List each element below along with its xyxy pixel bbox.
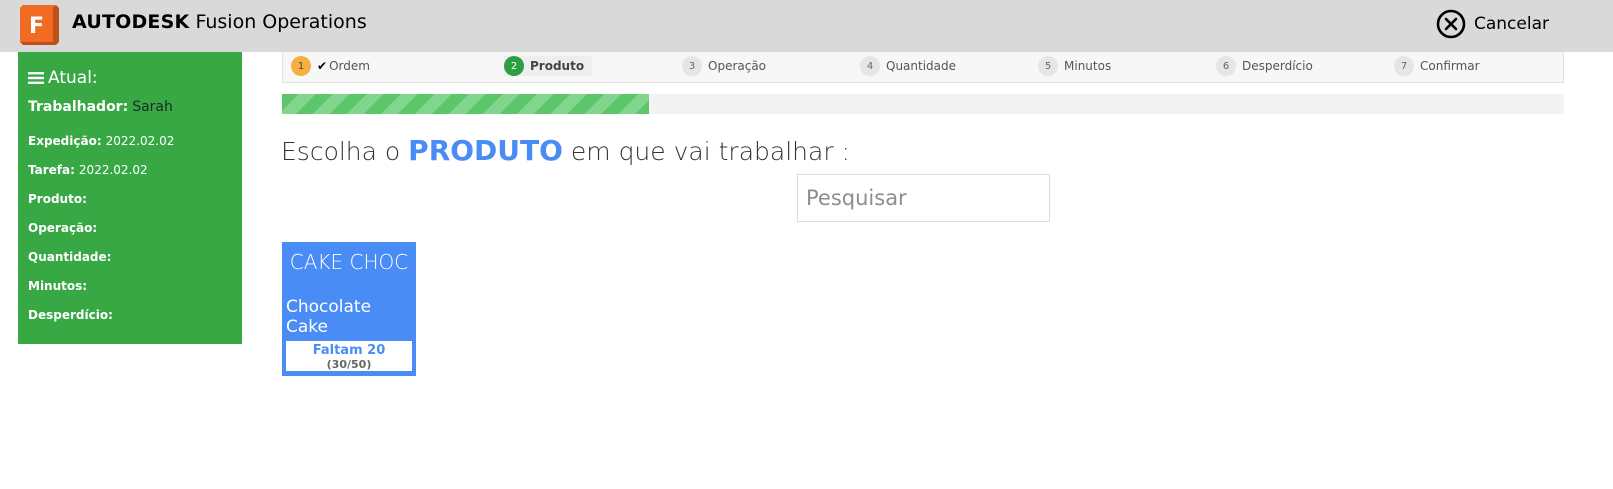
step-label: Quantidade [886,59,957,73]
step-number: 7 [1394,56,1414,76]
step-number: 4 [860,56,880,76]
quantity-label: Quantidade: [28,250,112,264]
shipment-label: Expedição: [28,134,102,148]
shipment-row: Expedição: 2022.02.02 [28,134,174,148]
worker-value: Sarah [132,99,173,115]
step-confirm[interactable]: 7 Confirmar [1394,56,1488,76]
current-info-panel: Atual: Trabalhador: Sarah Expedição: 2022.… [18,52,242,344]
task-row: Tarefa: 2022.02.02 [28,163,148,177]
remaining-count: Faltam 20 [312,343,386,358]
step-number: 3 [682,56,702,76]
panel-title: Atual: [28,68,98,88]
step-waste[interactable]: 6 Desperdício [1216,56,1321,76]
search-input[interactable] [797,174,1050,222]
shipment-value: 2022.02.02 [105,134,175,148]
product-code: CAKE CHOC [289,250,409,274]
heading-prefix: Escolha o [281,137,409,166]
close-circle-icon [1436,9,1466,39]
step-operation[interactable]: 3 Operação [682,56,774,76]
step-number: 6 [1216,56,1236,76]
product-name: Chocolate Cake [286,297,372,337]
menu-icon [28,72,44,84]
waste-row: Desperdício: [28,308,117,322]
product-card[interactable]: CAKE CHOC Chocolate Cake Faltam 20 (30/5… [282,242,416,376]
step-label: Minutos [1064,59,1112,73]
product-row: Produto: [28,192,91,206]
step-label: Produto [530,59,585,73]
brand-product: Fusion Operations [189,11,367,33]
cancel-label: Cancelar [1474,14,1549,34]
step-number: 2 [504,56,524,76]
step-label: Confirmar [1420,59,1480,73]
product-remaining-box: Faltam 20 (30/50) [286,341,412,371]
task-label: Tarefa: [28,163,75,177]
step-label: Desperdício [1242,59,1313,73]
step-label: Ordem [329,59,370,73]
step-label: Operação [708,59,767,73]
minutes-row: Minutos: [28,279,91,293]
progress-fill [282,94,649,114]
heading-highlight: PRODUTO [408,134,563,167]
step-quantity[interactable]: 4 Quantidade [860,56,964,76]
step-number: 1 [291,56,311,76]
task-value: 2022.02.02 [78,163,148,177]
page-heading: Escolha o PRODUTO em que vai trabalhar : [281,134,850,167]
panel-title-label: Atual: [48,68,98,88]
app-title: AUTODESK Fusion Operations [72,11,367,33]
cancel-button[interactable]: Cancelar [1436,9,1549,39]
top-bar: F AUTODESK Fusion Operations Cancelar [0,0,1613,52]
wizard-progress-bar [282,94,1564,114]
product-label: Produto: [28,192,87,206]
operation-label: Operação: [28,221,98,235]
heading-suffix: em que vai trabalhar : [562,137,850,166]
step-number: 5 [1038,56,1058,76]
fusion-logo-icon: F [20,5,59,45]
worker-row: Trabalhador: Sarah [28,99,173,115]
step-product[interactable]: 2 Produto [504,56,593,76]
quantity-row: Quantidade: [28,250,115,264]
worker-label: Trabalhador: [28,99,129,115]
step-order[interactable]: 1 ✔ Ordem [291,56,378,76]
operation-row: Operação: [28,221,101,235]
waste-label: Desperdício: [28,308,113,322]
step-minutes[interactable]: 5 Minutos [1038,56,1119,76]
minutes-label: Minutos: [28,279,88,293]
remaining-progress: (30/50) [326,358,372,371]
check-icon: ✔ [317,59,328,73]
wizard-steps: 1 ✔ Ordem 2 Produto 3 Operação 4 Quantid… [282,52,1564,83]
fusion-logo-letter: F [29,14,44,39]
brand-bold: AUTODESK [72,11,190,33]
